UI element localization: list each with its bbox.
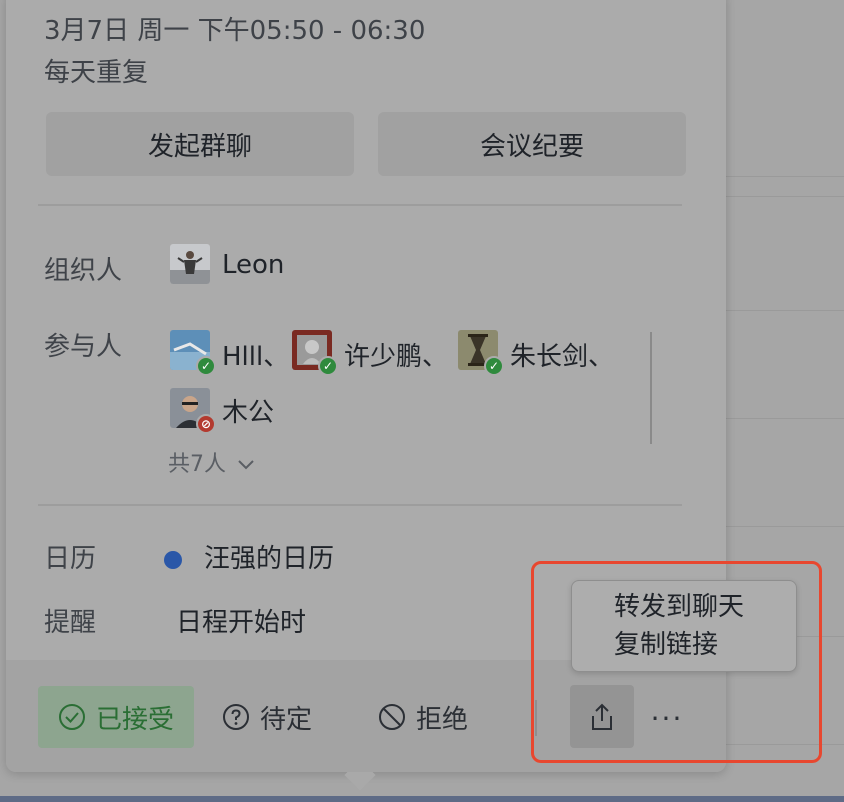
chevron-down-icon	[238, 460, 254, 470]
event-time: 3月7日 周一 下午05:50 - 06:30	[44, 16, 426, 46]
section-divider	[38, 204, 682, 206]
organizer-label: 组织人	[44, 256, 123, 286]
participant-count-toggle[interactable]: 共7人	[168, 446, 255, 478]
decline-label: 拒绝	[416, 704, 469, 735]
participants-scrollbar[interactable]	[650, 332, 652, 444]
accepted-check-icon: ✓	[484, 356, 504, 376]
calendar-color-dot	[164, 551, 182, 569]
calendar-grid-line	[726, 418, 844, 419]
avatar-image	[170, 244, 210, 284]
participant-avatar[interactable]: ✓	[292, 330, 338, 376]
participant-name[interactable]: 许少鹏、	[344, 336, 448, 373]
calendar-label: 日历	[44, 544, 97, 574]
check-circle-icon	[58, 704, 85, 730]
meeting-minutes-button[interactable]: 会议纪要	[378, 112, 686, 176]
organizer-avatar[interactable]	[170, 244, 210, 284]
tentative-label: 待定	[260, 704, 313, 735]
section-divider	[38, 504, 682, 506]
participant-count: 共7人	[168, 452, 226, 477]
decline-button[interactable]: 拒绝	[378, 686, 468, 748]
calendar-bottom-bar	[0, 796, 844, 802]
participant-name[interactable]: 木公	[222, 392, 274, 429]
start-group-chat-button[interactable]: 发起群聊	[46, 112, 354, 176]
calendar-grid-line	[726, 176, 844, 177]
accepted-label: 已接受	[95, 704, 174, 735]
participant-name[interactable]: 朱长剑、	[510, 336, 614, 373]
declined-icon: ⊘	[196, 414, 216, 434]
accepted-check-icon: ✓	[318, 356, 338, 376]
calendar-name: 汪强的日历	[204, 544, 335, 574]
reminder-label: 提醒	[44, 608, 97, 638]
calendar-grid-line	[726, 526, 844, 527]
event-repeat: 每天重复	[44, 58, 149, 88]
participant-avatar[interactable]: ✓	[458, 330, 504, 376]
accepted-check-icon: ✓	[196, 356, 216, 376]
organizer-name[interactable]: Leon	[222, 250, 284, 280]
participants-label: 参与人	[44, 332, 123, 362]
question-circle-icon	[223, 704, 249, 730]
participant-avatar[interactable]: ✓	[170, 330, 216, 376]
block-icon	[379, 704, 405, 730]
participant-avatar[interactable]: ⊘	[170, 388, 216, 434]
calendar-grid-line	[726, 310, 844, 311]
annotation-highlight	[531, 561, 822, 763]
accepted-button[interactable]: 已接受	[38, 686, 194, 748]
calendar-grid-line	[726, 196, 844, 197]
participant-name[interactable]: Hlll、	[222, 336, 289, 373]
tentative-button[interactable]: 待定	[222, 686, 312, 748]
reminder-value: 日程开始时	[176, 608, 307, 638]
